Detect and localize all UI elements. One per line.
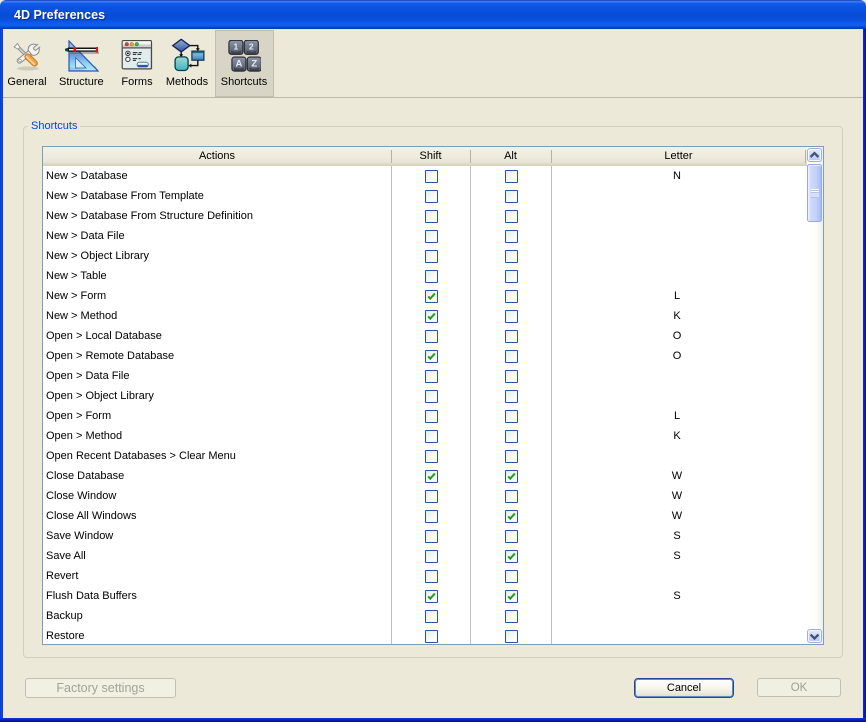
svg-text:A: A [235,58,242,69]
svg-text:1: 1 [234,41,239,51]
svg-text:2: 2 [249,41,254,51]
svg-text:Z: Z [251,58,257,69]
